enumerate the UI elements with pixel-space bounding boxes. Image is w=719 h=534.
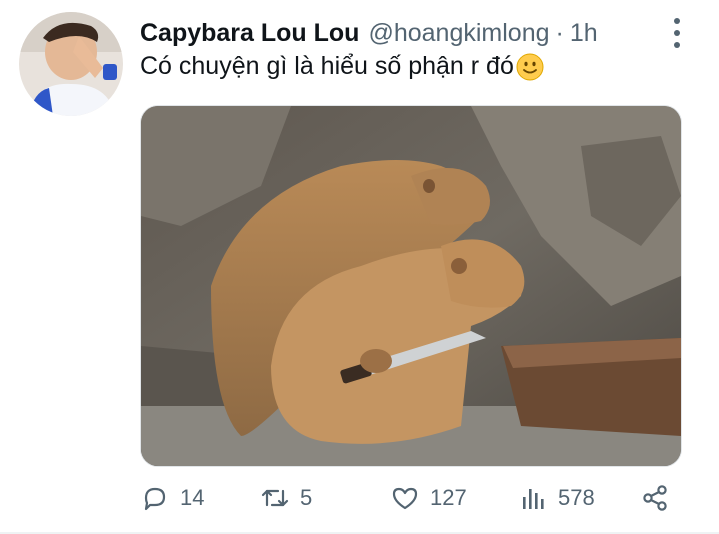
avatar[interactable] [19, 12, 123, 116]
tweet-header: Capybara Lou Lou @hoangkimlong · 1h [140, 16, 598, 50]
like-button[interactable]: 127 [390, 480, 467, 516]
more-options-icon[interactable] [665, 18, 689, 48]
author-name[interactable]: Capybara Lou Lou [140, 19, 359, 48]
tweet-text: Có chuyện gì là hiểu số phận r đó [140, 52, 514, 80]
tweet-text-container: Có chuyện gì là hiểu số phận r đó [140, 52, 544, 81]
tweet-card[interactable]: Capybara Lou Lou @hoangkimlong · 1h Có c… [0, 0, 719, 534]
share-icon [643, 485, 667, 511]
separator-dot: · [555, 18, 564, 47]
timestamp[interactable]: 1h [570, 19, 598, 48]
like-count: 127 [430, 485, 467, 510]
views-button[interactable]: 578 [518, 480, 595, 516]
retweet-button[interactable]: 5 [260, 480, 312, 516]
tweet-media-image[interactable] [140, 105, 682, 467]
share-button[interactable] [640, 480, 670, 516]
reply-icon [144, 487, 166, 511]
reply-count: 14 [180, 485, 205, 510]
retweet-count: 5 [300, 485, 313, 510]
reply-button[interactable]: 14 [140, 480, 204, 516]
slightly-smiling-face-icon [516, 53, 544, 81]
heart-icon [392, 487, 418, 510]
analytics-icon [523, 489, 544, 509]
views-count: 578 [558, 485, 595, 510]
author-handle[interactable]: @hoangkimlong [368, 19, 549, 48]
tweet-actions-bar: 14 5 127 578 [140, 480, 680, 516]
retweet-icon [261, 489, 289, 507]
